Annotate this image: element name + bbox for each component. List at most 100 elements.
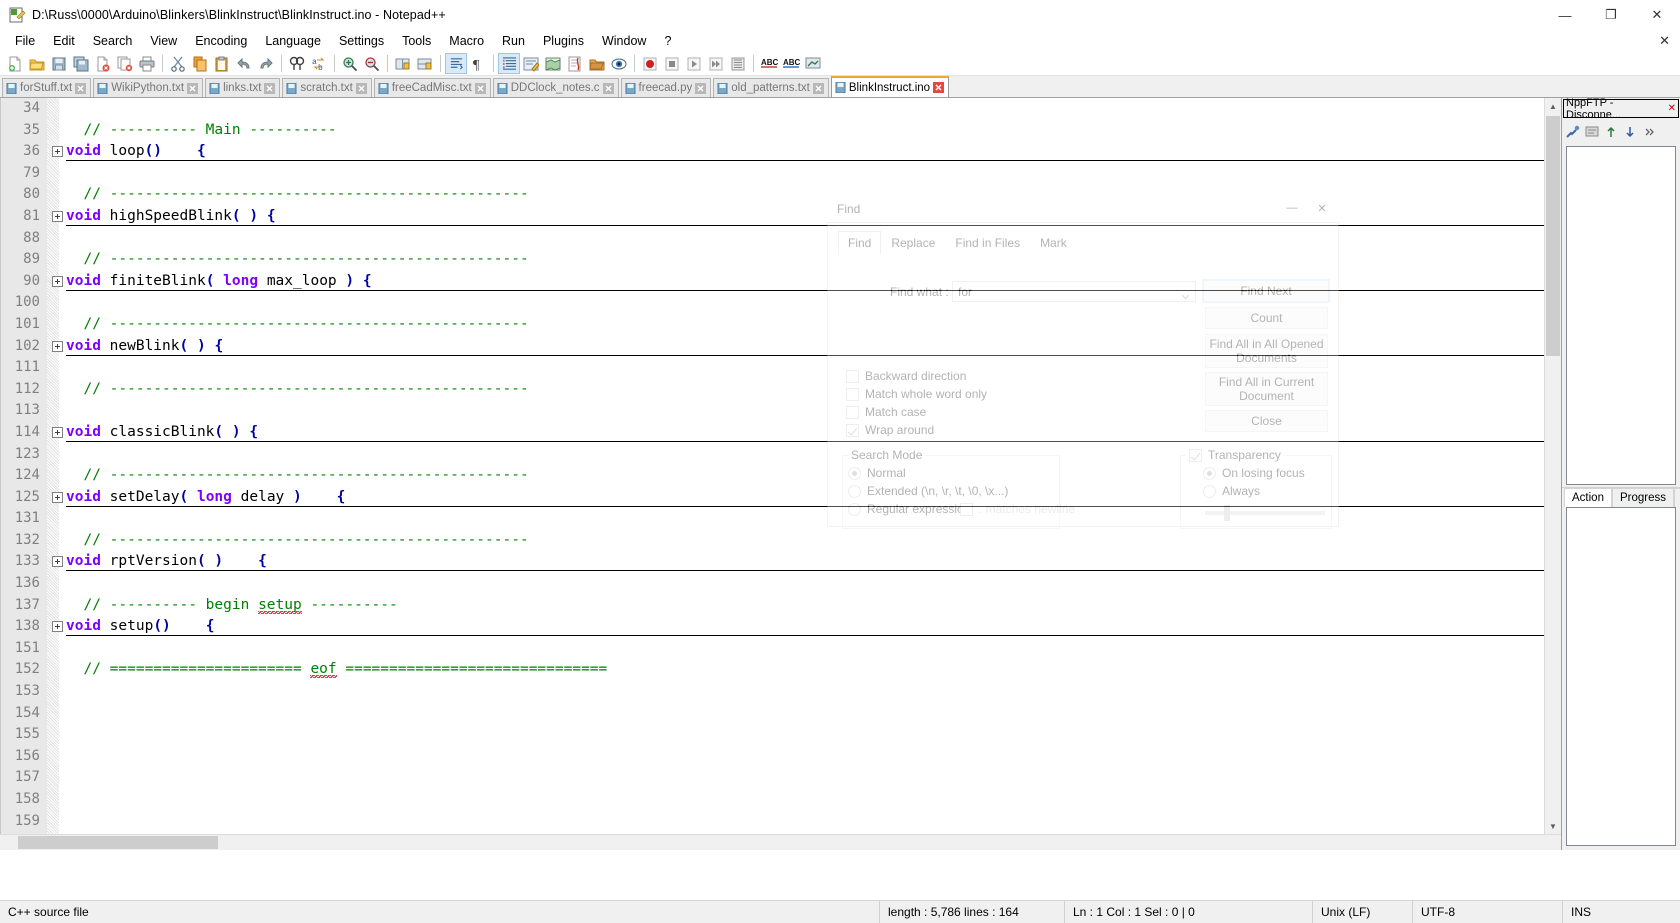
zoom-out-icon[interactable] [361, 53, 383, 74]
matches-newline-checkbox[interactable]: . matches newline [960, 502, 1075, 516]
wrap-around-checkbox[interactable]: Wrap around [846, 423, 934, 437]
tab-freecad-py[interactable]: freecad.py [620, 78, 712, 97]
horizontal-scroll-thumb[interactable] [18, 836, 218, 849]
tab-links-txt[interactable]: links.txt [205, 78, 281, 97]
find-dialog-minimize-button[interactable]: — [1277, 196, 1307, 220]
backward-direction-checkbox[interactable]: Backward direction [846, 369, 966, 383]
sync-horizontal-scroll-icon[interactable] [414, 53, 436, 74]
open-file-icon[interactable] [26, 53, 48, 74]
folder-as-workspace-icon[interactable] [586, 53, 608, 74]
search-mode-regex-radio[interactable]: Regular expression [848, 502, 970, 516]
menu-macro[interactable]: Macro [440, 31, 493, 51]
find-dialog[interactable]: Find — ✕ Find Replace Find in Files Mark… [827, 196, 1339, 529]
find-tab-find[interactable]: Find [838, 231, 882, 255]
settings-icon[interactable] [1583, 123, 1601, 141]
tab-close-icon[interactable] [933, 82, 945, 93]
fold-expand-icon[interactable] [52, 210, 63, 222]
code-line[interactable]: 136 [0, 573, 1561, 595]
new-file-icon[interactable] [4, 53, 26, 74]
code-line[interactable]: 155 [0, 724, 1561, 746]
tab-close-icon[interactable] [75, 82, 87, 94]
menu-view[interactable]: View [141, 31, 186, 51]
code-line[interactable]: 156 [0, 746, 1561, 768]
close-document-button[interactable]: ✕ [1659, 33, 1670, 49]
show-document-map-icon[interactable] [542, 53, 564, 74]
transparency-slider-knob[interactable] [1224, 505, 1230, 521]
find-tab-mark[interactable]: Mark [1030, 231, 1077, 255]
code-line[interactable]: 137 // ---------- begin setup ---------- [0, 595, 1561, 617]
tab-close-icon[interactable] [812, 82, 824, 94]
search-mode-extended-radio[interactable]: Extended (\n, \r, \t, \0, \x...) [848, 484, 1008, 498]
upload-icon[interactable] [1602, 123, 1620, 141]
record-macro-icon[interactable] [639, 53, 661, 74]
code-line[interactable]: 79 [0, 163, 1561, 185]
save-macro-icon[interactable] [727, 53, 749, 74]
code-line[interactable]: 35 // ---------- Main ---------- [0, 120, 1561, 142]
more-icon[interactable] [1640, 123, 1658, 141]
code-line[interactable]: 36 void loop() { [0, 141, 1561, 163]
search-mode-normal-radio[interactable]: Normal [848, 466, 906, 480]
menu-run[interactable]: Run [493, 31, 534, 51]
find-what-input[interactable]: for [952, 281, 1196, 302]
code-line[interactable]: 152 // ====================== eof ======… [0, 659, 1561, 681]
tab-close-icon[interactable] [187, 82, 199, 94]
fold-expand-icon[interactable] [52, 621, 63, 633]
close-button[interactable]: Close [1205, 410, 1328, 432]
close-file-icon[interactable] [92, 53, 114, 74]
run-macro-multiple-icon[interactable] [705, 53, 727, 74]
fold-expand-icon[interactable] [52, 556, 63, 568]
spellcheck-abc-icon[interactable]: ABC [758, 53, 780, 74]
playback-macro-icon[interactable] [683, 53, 705, 74]
find-all-in-all-opened-documents-button[interactable]: Find All in All Opened Documents [1205, 334, 1328, 368]
nppftp-close-icon[interactable]: ✕ [1668, 103, 1676, 114]
fold-expand-icon[interactable] [52, 275, 63, 287]
nppftp-file-list[interactable] [1566, 146, 1676, 485]
stop-recording-icon[interactable] [661, 53, 683, 74]
tab-close-icon[interactable] [355, 82, 367, 94]
code-line[interactable]: 132 // ---------------------------------… [0, 530, 1561, 552]
match-whole-word-only-checkbox[interactable]: Match whole word only [846, 387, 987, 401]
tab-scratch-txt[interactable]: scratch.txt [282, 78, 372, 97]
code-line[interactable]: 34 [0, 98, 1561, 120]
tab-wikipython-txt[interactable]: WikiPython.txt [93, 78, 204, 97]
match-case-checkbox[interactable]: Match case [846, 405, 926, 419]
tab-blinkinstruct-ino[interactable]: BlinkInstruct.ino [830, 76, 950, 97]
menu-settings[interactable]: Settings [330, 31, 393, 51]
spellcheck-abc2-icon[interactable]: ABC [780, 53, 802, 74]
fold-expand-icon[interactable] [52, 146, 63, 158]
user-defined-language-icon[interactable] [520, 53, 542, 74]
menu-file[interactable]: File [6, 31, 44, 51]
menu-plugins[interactable]: Plugins [534, 31, 593, 51]
code-line[interactable]: 154 [0, 703, 1561, 725]
find-icon[interactable] [286, 53, 308, 74]
code-line[interactable]: 138 void setup() { [0, 616, 1561, 638]
scroll-down-button[interactable]: ▼ [1545, 818, 1561, 834]
save-all-icon[interactable] [70, 53, 92, 74]
tab-ddclock-notes-c[interactable]: DDClock_notes.c [492, 78, 619, 97]
menu-language[interactable]: Language [256, 31, 330, 51]
function-list-icon[interactable] [564, 53, 586, 74]
show-all-characters-icon[interactable]: ¶ [467, 53, 489, 74]
code-line[interactable]: 151 [0, 638, 1561, 660]
code-line[interactable]: 158 [0, 789, 1561, 811]
find-dialog-close-button[interactable]: ✕ [1307, 196, 1337, 220]
menu-search[interactable]: Search [84, 31, 142, 51]
close-all-icon[interactable] [114, 53, 136, 74]
tab-forstuff-txt[interactable]: forStuff.txt [2, 78, 92, 97]
redo-icon[interactable] [255, 53, 277, 74]
copy-icon[interactable] [189, 53, 211, 74]
undo-icon[interactable] [233, 53, 255, 74]
fold-expand-icon[interactable] [52, 491, 63, 503]
code-line[interactable]: 133 void rptVersion( ) { [0, 551, 1561, 573]
nppftp-tab-progress[interactable]: Progress [1611, 488, 1674, 507]
npp-ftp-icon[interactable] [802, 53, 824, 74]
scroll-up-button[interactable]: ▲ [1545, 98, 1561, 114]
transparency-slider-track[interactable] [1205, 511, 1325, 515]
nppftp-tab-extra[interactable]: l [1674, 488, 1680, 507]
print-icon[interactable] [136, 53, 158, 74]
editor-vertical-scrollbar[interactable]: ▲ ▼ [1544, 98, 1561, 850]
menu-edit[interactable]: Edit [44, 31, 84, 51]
fold-expand-icon[interactable] [52, 340, 63, 352]
vertical-scroll-thumb[interactable] [1546, 116, 1560, 356]
maximize-button[interactable]: ❐ [1588, 0, 1634, 30]
